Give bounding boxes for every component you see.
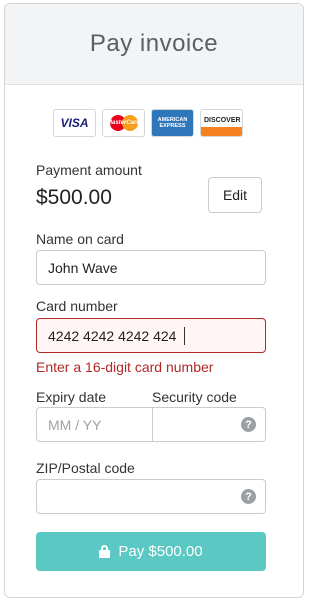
- visa-logo: VISA: [53, 109, 96, 137]
- question-circle-icon[interactable]: ?: [241, 489, 256, 504]
- amex-logo-text: AMERICAN EXPRESS: [157, 117, 188, 129]
- question-circle-icon[interactable]: ?: [241, 417, 256, 432]
- name-on-card-label: Name on card: [36, 231, 124, 247]
- security-code-field[interactable]: ?: [152, 407, 266, 442]
- lock-icon: [99, 545, 111, 558]
- card-number-label: Card number: [36, 298, 118, 314]
- discover-logo-text: DISCOVER: [204, 116, 241, 124]
- card-number-value: 4242 4242 4242 424: [48, 327, 177, 344]
- payment-amount-value: $500.00: [36, 186, 112, 209]
- card-number-field[interactable]: 4242 4242 4242 424: [36, 318, 266, 353]
- zip-field[interactable]: ?: [36, 479, 266, 514]
- text-caret: [184, 326, 186, 345]
- visa-logo-text: VISA: [60, 116, 89, 130]
- security-code-label: Security code: [152, 389, 237, 405]
- card-logos: VISA MasterCard AMERICAN EXPRESS DISCOVE…: [53, 109, 243, 137]
- payment-amount-label: Payment amount: [36, 162, 142, 178]
- mastercard-logo: MasterCard: [102, 109, 145, 137]
- pay-button[interactable]: Pay $500.00: [36, 532, 266, 571]
- name-on-card-value: John Wave: [48, 259, 118, 276]
- expiry-date-label: Expiry date: [36, 389, 107, 405]
- card-number-error: Enter a 16-digit card number: [36, 359, 214, 375]
- mastercard-logo-text: MasterCard: [106, 120, 140, 126]
- expiry-date-field[interactable]: MM / YY: [36, 407, 153, 442]
- header: Pay invoice: [5, 4, 303, 85]
- name-on-card-field[interactable]: John Wave: [36, 250, 266, 285]
- discover-logo: DISCOVER: [200, 109, 243, 137]
- edit-amount-button[interactable]: Edit: [208, 177, 262, 213]
- page-title: Pay invoice: [89, 30, 219, 57]
- expiry-date-placeholder: MM / YY: [48, 416, 102, 433]
- pay-button-label: Pay $500.00: [118, 543, 203, 560]
- zip-label: ZIP/Postal code: [36, 460, 135, 476]
- amex-logo: AMERICAN EXPRESS: [151, 109, 194, 137]
